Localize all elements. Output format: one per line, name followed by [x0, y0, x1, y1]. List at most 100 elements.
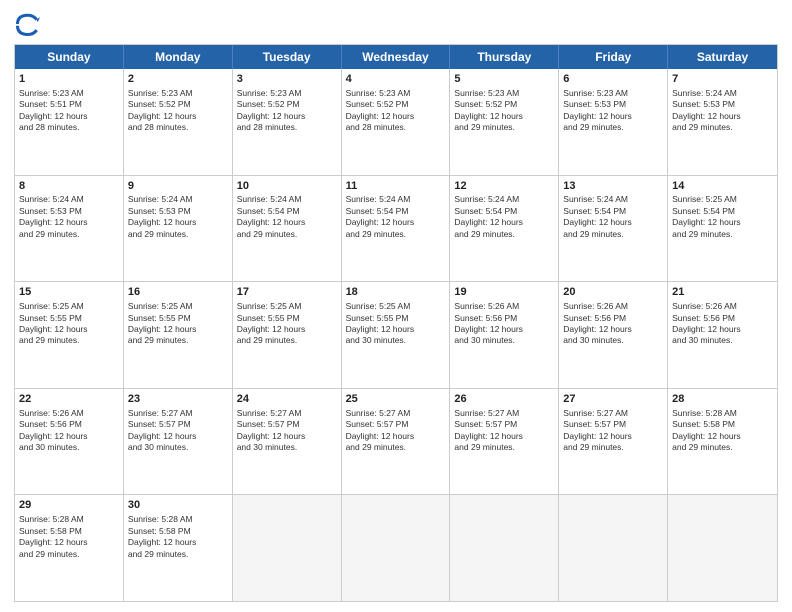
- day-info: Sunrise: 5:25 AM Sunset: 5:54 PM Dayligh…: [672, 194, 773, 240]
- calendar-week-3: 15Sunrise: 5:25 AM Sunset: 5:55 PM Dayli…: [15, 282, 777, 389]
- day-2: 2Sunrise: 5:23 AM Sunset: 5:52 PM Daylig…: [124, 69, 233, 175]
- day-number: 7: [672, 72, 773, 87]
- day-13: 13Sunrise: 5:24 AM Sunset: 5:54 PM Dayli…: [559, 176, 668, 282]
- day-info: Sunrise: 5:27 AM Sunset: 5:57 PM Dayligh…: [128, 408, 228, 454]
- day-9: 9Sunrise: 5:24 AM Sunset: 5:53 PM Daylig…: [124, 176, 233, 282]
- day-info: Sunrise: 5:23 AM Sunset: 5:53 PM Dayligh…: [563, 88, 663, 134]
- day-number: 4: [346, 72, 446, 87]
- day-10: 10Sunrise: 5:24 AM Sunset: 5:54 PM Dayli…: [233, 176, 342, 282]
- day-12: 12Sunrise: 5:24 AM Sunset: 5:54 PM Dayli…: [450, 176, 559, 282]
- day-info: Sunrise: 5:24 AM Sunset: 5:54 PM Dayligh…: [563, 194, 663, 240]
- day-19: 19Sunrise: 5:26 AM Sunset: 5:56 PM Dayli…: [450, 282, 559, 388]
- day-info: Sunrise: 5:28 AM Sunset: 5:58 PM Dayligh…: [128, 514, 228, 560]
- calendar-week-2: 8Sunrise: 5:24 AM Sunset: 5:53 PM Daylig…: [15, 176, 777, 283]
- day-info: Sunrise: 5:27 AM Sunset: 5:57 PM Dayligh…: [454, 408, 554, 454]
- day-info: Sunrise: 5:26 AM Sunset: 5:56 PM Dayligh…: [454, 301, 554, 347]
- day-14: 14Sunrise: 5:25 AM Sunset: 5:54 PM Dayli…: [668, 176, 777, 282]
- day-6: 6Sunrise: 5:23 AM Sunset: 5:53 PM Daylig…: [559, 69, 668, 175]
- day-15: 15Sunrise: 5:25 AM Sunset: 5:55 PM Dayli…: [15, 282, 124, 388]
- day-number: 3: [237, 72, 337, 87]
- day-info: Sunrise: 5:26 AM Sunset: 5:56 PM Dayligh…: [19, 408, 119, 454]
- header-day-sunday: Sunday: [15, 45, 124, 69]
- day-number: 23: [128, 392, 228, 407]
- day-number: 25: [346, 392, 446, 407]
- calendar: SundayMondayTuesdayWednesdayThursdayFrid…: [14, 44, 778, 602]
- day-info: Sunrise: 5:26 AM Sunset: 5:56 PM Dayligh…: [672, 301, 773, 347]
- day-number: 18: [346, 285, 446, 300]
- empty-cell: [559, 495, 668, 601]
- day-info: Sunrise: 5:27 AM Sunset: 5:57 PM Dayligh…: [237, 408, 337, 454]
- day-27: 27Sunrise: 5:27 AM Sunset: 5:57 PM Dayli…: [559, 389, 668, 495]
- header-day-friday: Friday: [559, 45, 668, 69]
- day-20: 20Sunrise: 5:26 AM Sunset: 5:56 PM Dayli…: [559, 282, 668, 388]
- day-number: 16: [128, 285, 228, 300]
- day-26: 26Sunrise: 5:27 AM Sunset: 5:57 PM Dayli…: [450, 389, 559, 495]
- day-info: Sunrise: 5:24 AM Sunset: 5:54 PM Dayligh…: [237, 194, 337, 240]
- day-info: Sunrise: 5:24 AM Sunset: 5:54 PM Dayligh…: [454, 194, 554, 240]
- header-day-thursday: Thursday: [450, 45, 559, 69]
- calendar-week-4: 22Sunrise: 5:26 AM Sunset: 5:56 PM Dayli…: [15, 389, 777, 496]
- day-number: 13: [563, 179, 663, 194]
- empty-cell: [233, 495, 342, 601]
- day-number: 12: [454, 179, 554, 194]
- day-30: 30Sunrise: 5:28 AM Sunset: 5:58 PM Dayli…: [124, 495, 233, 601]
- day-number: 15: [19, 285, 119, 300]
- day-number: 10: [237, 179, 337, 194]
- logo-icon: [14, 10, 42, 38]
- day-number: 21: [672, 285, 773, 300]
- day-3: 3Sunrise: 5:23 AM Sunset: 5:52 PM Daylig…: [233, 69, 342, 175]
- day-number: 24: [237, 392, 337, 407]
- day-25: 25Sunrise: 5:27 AM Sunset: 5:57 PM Dayli…: [342, 389, 451, 495]
- empty-cell: [450, 495, 559, 601]
- day-24: 24Sunrise: 5:27 AM Sunset: 5:57 PM Dayli…: [233, 389, 342, 495]
- day-info: Sunrise: 5:25 AM Sunset: 5:55 PM Dayligh…: [128, 301, 228, 347]
- day-info: Sunrise: 5:25 AM Sunset: 5:55 PM Dayligh…: [19, 301, 119, 347]
- day-number: 30: [128, 498, 228, 513]
- day-number: 17: [237, 285, 337, 300]
- day-29: 29Sunrise: 5:28 AM Sunset: 5:58 PM Dayli…: [15, 495, 124, 601]
- day-info: Sunrise: 5:25 AM Sunset: 5:55 PM Dayligh…: [237, 301, 337, 347]
- empty-cell: [668, 495, 777, 601]
- day-number: 20: [563, 285, 663, 300]
- day-number: 27: [563, 392, 663, 407]
- day-5: 5Sunrise: 5:23 AM Sunset: 5:52 PM Daylig…: [450, 69, 559, 175]
- header-day-tuesday: Tuesday: [233, 45, 342, 69]
- day-info: Sunrise: 5:24 AM Sunset: 5:54 PM Dayligh…: [346, 194, 446, 240]
- day-4: 4Sunrise: 5:23 AM Sunset: 5:52 PM Daylig…: [342, 69, 451, 175]
- calendar-week-5: 29Sunrise: 5:28 AM Sunset: 5:58 PM Dayli…: [15, 495, 777, 601]
- logo: [14, 10, 46, 38]
- header-day-saturday: Saturday: [668, 45, 777, 69]
- day-21: 21Sunrise: 5:26 AM Sunset: 5:56 PM Dayli…: [668, 282, 777, 388]
- day-number: 26: [454, 392, 554, 407]
- day-info: Sunrise: 5:27 AM Sunset: 5:57 PM Dayligh…: [563, 408, 663, 454]
- day-number: 22: [19, 392, 119, 407]
- day-info: Sunrise: 5:27 AM Sunset: 5:57 PM Dayligh…: [346, 408, 446, 454]
- day-8: 8Sunrise: 5:24 AM Sunset: 5:53 PM Daylig…: [15, 176, 124, 282]
- day-info: Sunrise: 5:24 AM Sunset: 5:53 PM Dayligh…: [672, 88, 773, 134]
- day-info: Sunrise: 5:24 AM Sunset: 5:53 PM Dayligh…: [19, 194, 119, 240]
- day-number: 5: [454, 72, 554, 87]
- day-17: 17Sunrise: 5:25 AM Sunset: 5:55 PM Dayli…: [233, 282, 342, 388]
- day-28: 28Sunrise: 5:28 AM Sunset: 5:58 PM Dayli…: [668, 389, 777, 495]
- header-day-wednesday: Wednesday: [342, 45, 451, 69]
- day-info: Sunrise: 5:28 AM Sunset: 5:58 PM Dayligh…: [19, 514, 119, 560]
- header-day-monday: Monday: [124, 45, 233, 69]
- day-number: 2: [128, 72, 228, 87]
- day-number: 1: [19, 72, 119, 87]
- day-info: Sunrise: 5:23 AM Sunset: 5:51 PM Dayligh…: [19, 88, 119, 134]
- calendar-body: 1Sunrise: 5:23 AM Sunset: 5:51 PM Daylig…: [15, 69, 777, 601]
- day-7: 7Sunrise: 5:24 AM Sunset: 5:53 PM Daylig…: [668, 69, 777, 175]
- day-number: 11: [346, 179, 446, 194]
- day-info: Sunrise: 5:23 AM Sunset: 5:52 PM Dayligh…: [237, 88, 337, 134]
- empty-cell: [342, 495, 451, 601]
- day-info: Sunrise: 5:23 AM Sunset: 5:52 PM Dayligh…: [128, 88, 228, 134]
- day-info: Sunrise: 5:26 AM Sunset: 5:56 PM Dayligh…: [563, 301, 663, 347]
- day-23: 23Sunrise: 5:27 AM Sunset: 5:57 PM Dayli…: [124, 389, 233, 495]
- day-16: 16Sunrise: 5:25 AM Sunset: 5:55 PM Dayli…: [124, 282, 233, 388]
- day-1: 1Sunrise: 5:23 AM Sunset: 5:51 PM Daylig…: [15, 69, 124, 175]
- calendar-week-1: 1Sunrise: 5:23 AM Sunset: 5:51 PM Daylig…: [15, 69, 777, 176]
- day-number: 14: [672, 179, 773, 194]
- day-18: 18Sunrise: 5:25 AM Sunset: 5:55 PM Dayli…: [342, 282, 451, 388]
- day-info: Sunrise: 5:23 AM Sunset: 5:52 PM Dayligh…: [454, 88, 554, 134]
- day-number: 19: [454, 285, 554, 300]
